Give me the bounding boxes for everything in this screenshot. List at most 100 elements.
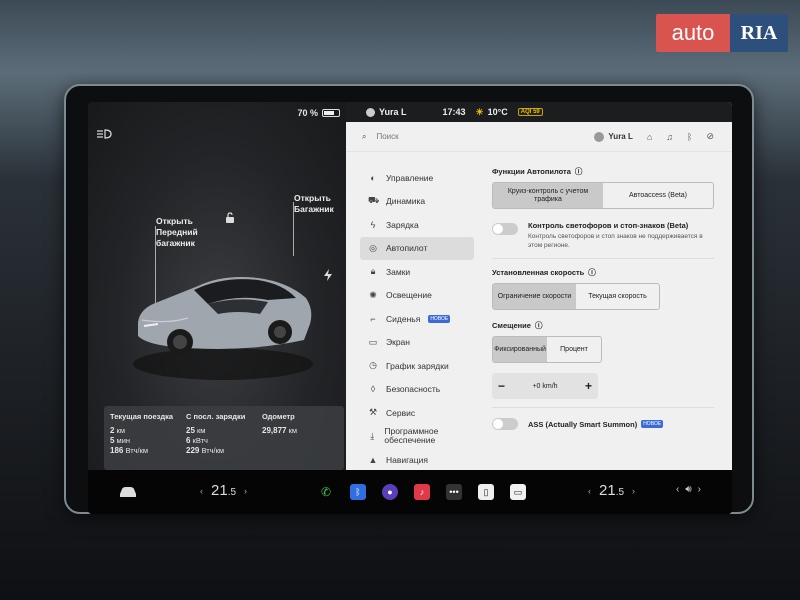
bluetooth-icon[interactable]: ᛒ — [687, 132, 692, 142]
offset-title: Смещение ⓘ — [492, 320, 543, 331]
outside-temp: 10°C — [487, 107, 508, 117]
traffic-light-toggle[interactable] — [492, 223, 518, 235]
ass-toggle[interactable] — [492, 418, 518, 430]
search-bar[interactable]: ⌕ Поиск Yura L ⌂ ♫ ᛒ ⊘ — [346, 122, 732, 152]
nav-label: Замки — [386, 266, 411, 277]
nav-label: Зарядка — [386, 219, 419, 230]
temp-down-button[interactable]: ‹ — [200, 486, 203, 496]
autopilot-features-selector: Круиз-контроль с учетом трафика Автоacce… — [492, 182, 714, 209]
camera-icon[interactable]: ● — [382, 484, 398, 500]
passenger-temp: ‹ 21.5 › — [588, 482, 636, 499]
nav-item-0[interactable]: ◐ Управление — [360, 166, 474, 190]
wifi-off-icon[interactable]: ⊘ — [706, 131, 714, 142]
steering-wheel-icon: ◎ — [369, 242, 377, 253]
more-apps-icon[interactable]: ••• — [446, 484, 462, 500]
music-icon[interactable]: ♪ — [414, 484, 430, 500]
nav-label: Экран — [386, 337, 410, 348]
set-speed-title: Установленная скорость ⓘ — [492, 267, 596, 278]
user-name[interactable]: Yura L — [379, 107, 407, 117]
nav-label: Автопилот — [386, 243, 428, 254]
nav-label: Сервис — [386, 407, 416, 418]
offset-stepper: − +0 km/h + — [492, 373, 598, 399]
sun-icon: ☀ — [475, 106, 484, 117]
profile-icon — [594, 131, 605, 142]
clock-icon: ◷ — [369, 360, 377, 371]
toggle-icon: ◐ — [370, 172, 376, 183]
nav-label: Навигация — [386, 454, 428, 465]
lock-icon: 🔒︎ — [370, 266, 376, 277]
option-traffic-cruise[interactable]: Круиз-контроль с учетом трафика — [493, 183, 603, 208]
open-trunk-button[interactable]: Открыть Багажник — [294, 193, 334, 215]
watermark-auto: auto — [656, 14, 730, 52]
clock: 17:43 — [442, 107, 466, 117]
option-percent[interactable]: Процент — [547, 337, 601, 362]
nav-label: График зарядки — [386, 360, 449, 371]
option-current-speed[interactable]: Текущая скорость — [576, 284, 659, 309]
home-icon[interactable]: ⌂ — [647, 132, 652, 142]
since-charge-stats: С посл. зарядки 25 км 6 кВтч 229 Втч/км — [186, 412, 246, 455]
nav-item-1[interactable]: ⛟ Динамика — [360, 190, 474, 214]
temp-up-button[interactable]: › — [632, 486, 635, 496]
current-trip-stats: Текущая поездка 2 км 5 мин 186 Втч/км — [110, 412, 174, 455]
battery-status: 70 % — [297, 108, 340, 118]
open-frunk-button[interactable]: Открыть Передний багажник — [156, 216, 198, 249]
volume-up-button[interactable]: › — [698, 484, 701, 495]
new-badge: НОВОЕ — [641, 420, 664, 428]
temp-up-button[interactable]: › — [244, 486, 247, 496]
offset-value: +0 km/h — [532, 382, 558, 390]
car-model-3-image — [133, 277, 313, 380]
seat-icon: ⌐ — [370, 313, 376, 324]
info-icon[interactable]: ⓘ — [535, 320, 543, 331]
decrease-button[interactable]: − — [498, 379, 505, 393]
bluetooth-app-icon[interactable]: ᛒ — [350, 484, 366, 500]
lock-icon[interactable] — [224, 212, 236, 224]
nav-item-2[interactable]: ϟ Зарядка — [360, 213, 474, 237]
odometer-stats: Одометр 29,877 км — [262, 412, 297, 435]
option-autosteer[interactable]: Автоaccess (Beta) — [603, 183, 713, 208]
temp-down-button[interactable]: ‹ — [588, 486, 591, 496]
phone-icon[interactable]: ✆ — [318, 484, 334, 500]
set-speed-selector: Ограничение скорости Текущая скорость — [492, 283, 660, 310]
autopilot-features-title: Функции Автопилота ⓘ — [492, 166, 583, 177]
volume-down-button[interactable]: ‹ — [676, 484, 679, 495]
charge-port-icon[interactable] — [323, 269, 333, 281]
nav-item-3[interactable]: ◎ Автопилот — [360, 236, 474, 260]
profile-icon[interactable] — [366, 107, 375, 117]
volume-icon[interactable]: 🔊︎ — [685, 484, 691, 495]
calendar-icon[interactable]: ▯ — [478, 484, 494, 500]
nav-item-9[interactable]: ◊ Безопасность — [360, 378, 474, 402]
car-panel: 70 % Открыть Передний багажник Открыть Б… — [88, 102, 346, 470]
settings-nav: ◐ Управление ⛟ Динамика ϟ Зарядка ◎ Автопилот 🔒︎… — [360, 166, 474, 472]
nav-label: Программное обеспечение — [384, 426, 439, 446]
nav-label: Управление — [386, 172, 434, 183]
trip-stats: Текущая поездка 2 км 5 мин 186 Втч/км С … — [104, 406, 344, 470]
bell-icon[interactable]: ♫ — [666, 132, 673, 142]
info-icon[interactable]: ⓘ — [588, 267, 596, 278]
headlight-icon[interactable] — [96, 128, 112, 140]
search-icon: ⌕ — [362, 131, 367, 141]
nav-item-6[interactable]: ⌐ Сиденья НОВОЕ — [360, 307, 474, 331]
search-input[interactable]: Поиск — [376, 132, 398, 141]
app-dock: ✆ ᛒ ● ♪ ••• ▯ ▭ — [318, 484, 526, 500]
autopilot-settings: Функции Автопилота ⓘ Круиз-контроль с уче… — [492, 166, 714, 430]
notes-icon[interactable]: ▭ — [510, 484, 526, 500]
nav-item-5[interactable]: ✺ Освещение — [360, 284, 474, 308]
info-icon[interactable]: ⓘ — [575, 166, 583, 177]
watermark-ria: RIA — [730, 14, 788, 52]
nav-item-4[interactable]: 🔒︎ Замки — [360, 260, 474, 284]
option-fixed[interactable]: Фиксированный — [493, 337, 547, 362]
autoria-watermark: auto RIA — [656, 14, 788, 52]
increase-button[interactable]: + — [585, 379, 592, 393]
car-icon[interactable] — [118, 486, 138, 498]
option-speed-limit[interactable]: Ограничение скорости — [493, 284, 576, 309]
nav-item-8[interactable]: ◷ График зарядки — [360, 354, 474, 378]
nav-item-10[interactable]: ⚒ Сервис — [360, 401, 474, 425]
battery-percent: 70 % — [297, 108, 318, 118]
top-status-bar: Yura L 17:43 ☀ 10°C AQI 59 — [346, 102, 732, 122]
bottom-bar: ‹ 21.5 › ✆ ᛒ ● ♪ ••• ▯ ▭ ‹ 21.5 › ‹ 🔊︎ › — [88, 470, 732, 514]
nav-item-12[interactable]: ▲ Навигация — [360, 448, 474, 472]
new-badge: НОВОЕ — [428, 314, 451, 323]
nav-item-7[interactable]: ▭ Экран — [360, 331, 474, 355]
profile-button[interactable]: Yura L — [594, 131, 633, 142]
nav-item-11[interactable]: ⤓ Программное обеспечение — [360, 425, 474, 449]
